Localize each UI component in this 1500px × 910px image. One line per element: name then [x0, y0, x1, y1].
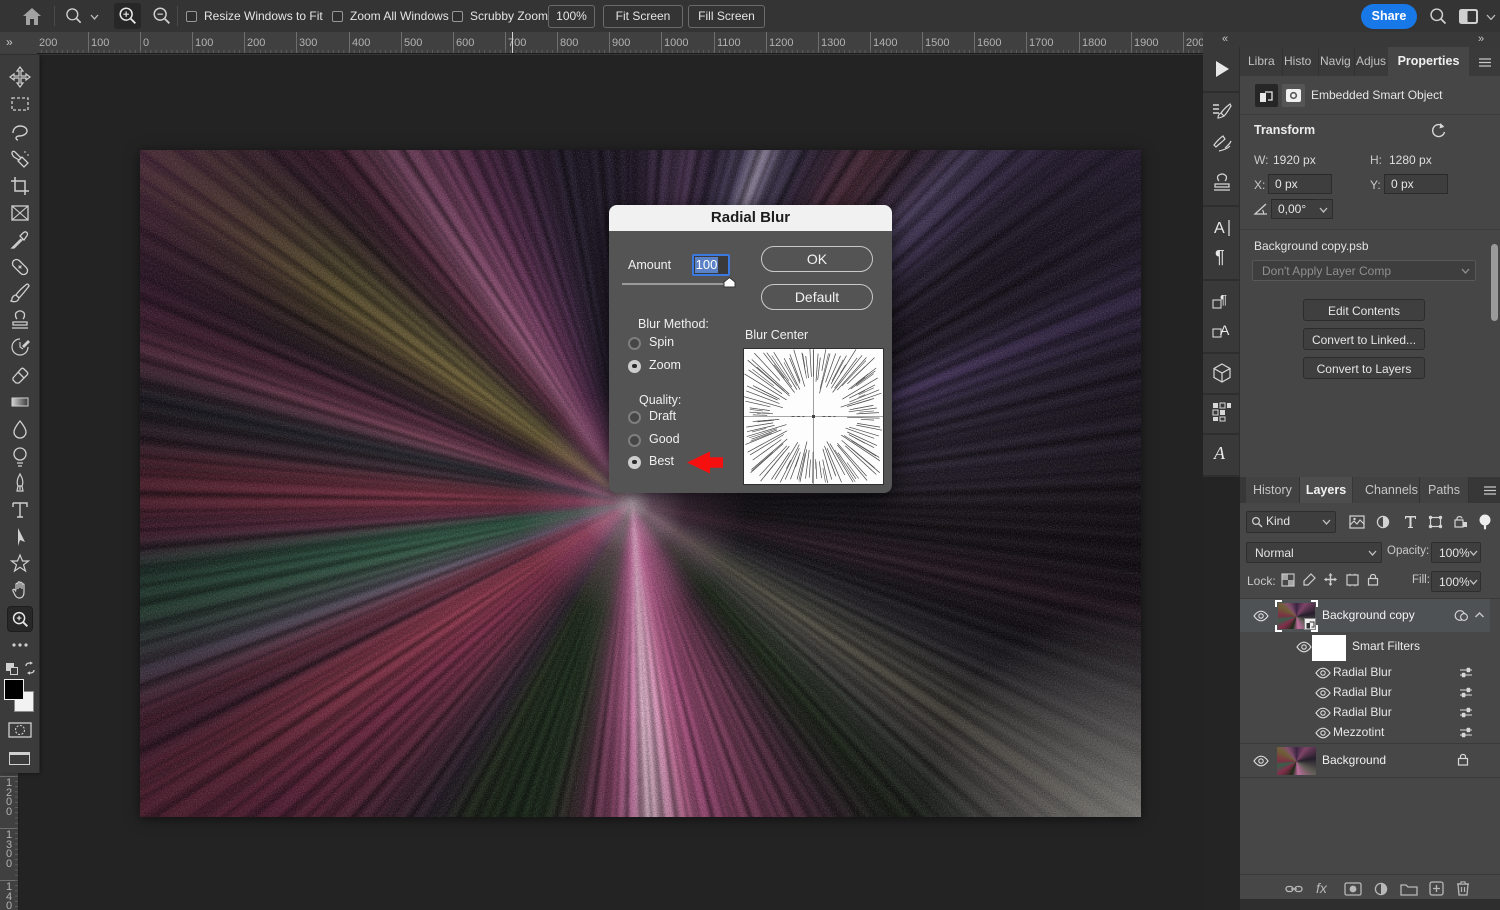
svg-text:A: A: [1214, 220, 1225, 237]
svg-text:A: A: [1220, 322, 1230, 338]
svg-text:A: A: [1213, 443, 1226, 463]
svg-text:¶: ¶: [1215, 247, 1225, 267]
svg-text:¶: ¶: [1220, 292, 1227, 307]
